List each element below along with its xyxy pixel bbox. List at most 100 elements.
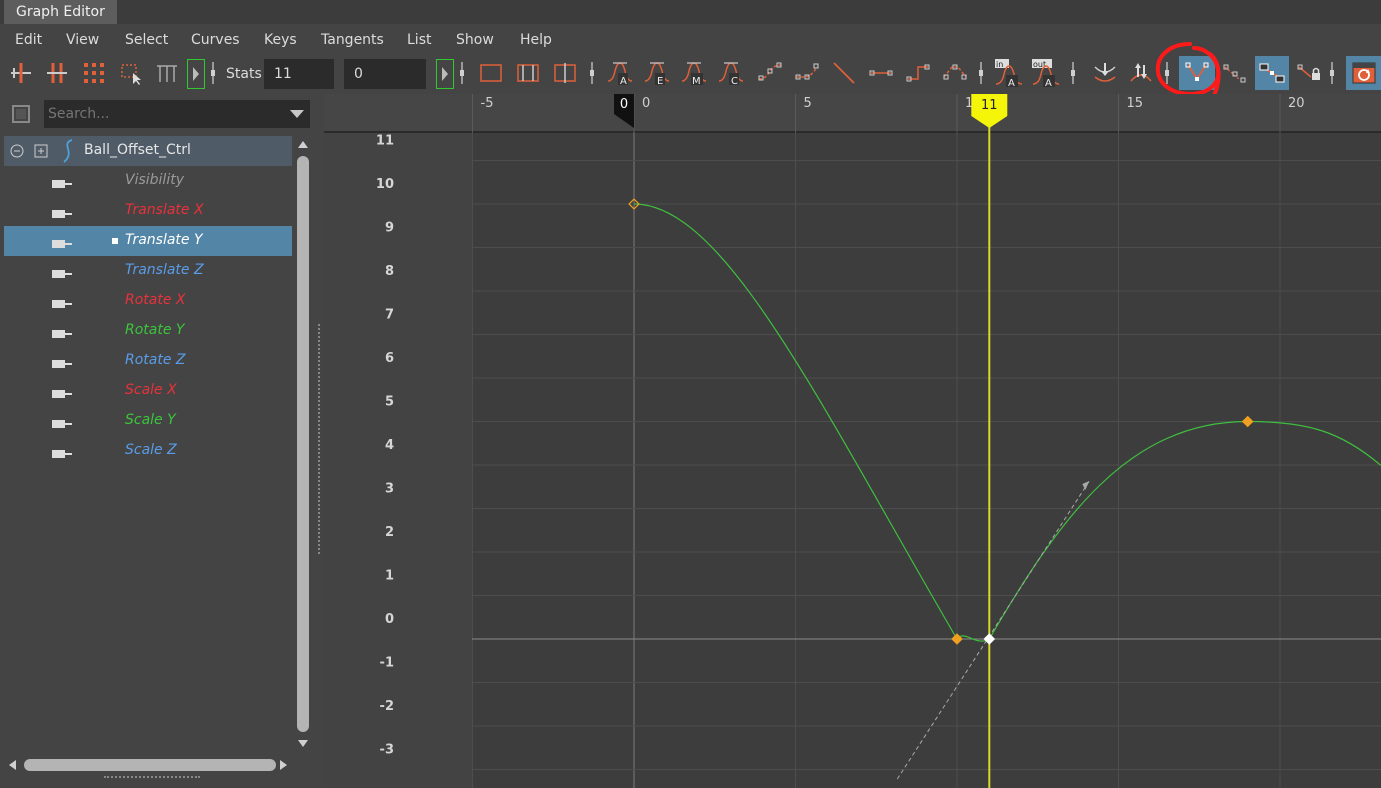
scroll-up-icon[interactable] [296, 138, 310, 150]
filter-icon[interactable] [10, 103, 32, 125]
linear-tangent-icon[interactable] [755, 58, 785, 88]
default-in-tangent-icon[interactable]: in A [994, 58, 1024, 88]
attribute-label: Scale Y [125, 412, 176, 428]
search-input[interactable] [44, 100, 280, 128]
channel-key-icon[interactable] [51, 415, 73, 434]
channel-key-icon[interactable] [51, 295, 73, 314]
search-box [44, 100, 310, 128]
attribute-row[interactable]: Translate X [4, 196, 292, 226]
frame-all-icon[interactable] [476, 58, 506, 88]
toolbar-separator[interactable] [1071, 62, 1075, 84]
attribute-row[interactable]: Rotate Y [4, 316, 292, 346]
center-current-icon[interactable] [550, 58, 580, 88]
flat-curve-tangent-icon[interactable] [792, 58, 822, 88]
spline-tangent-icon[interactable]: E [642, 58, 672, 88]
toolbar-separator[interactable] [590, 62, 594, 84]
frame-toggle-icon[interactable] [187, 59, 205, 89]
value-field[interactable] [344, 59, 426, 89]
retime-icon[interactable] [152, 58, 182, 88]
toolbar-separator[interactable] [211, 62, 215, 84]
lattice-deform-icon[interactable] [79, 58, 109, 88]
selected-marker [112, 238, 118, 244]
default-out-tangent-icon[interactable]: out A [1031, 58, 1061, 88]
channel-key-icon[interactable] [51, 235, 73, 254]
clamped-tangent-icon[interactable]: M [679, 58, 709, 88]
attribute-row[interactable]: Translate Y [4, 226, 292, 256]
menu-curves[interactable]: Curves [191, 30, 240, 50]
menu-edit[interactable]: Edit [15, 30, 42, 50]
frame-field[interactable] [264, 59, 334, 89]
move-key-icon[interactable] [6, 58, 36, 88]
frame-playback-icon[interactable] [513, 58, 543, 88]
node-row[interactable]: Ball_Offset_Ctrl [4, 136, 292, 166]
free-tangent-weight-icon[interactable] [1255, 56, 1289, 90]
lock-tangent-weight-icon[interactable] [1294, 58, 1324, 88]
channel-key-icon[interactable] [51, 445, 73, 464]
auto-tangent-icon[interactable]: A [605, 58, 635, 88]
region-select-icon[interactable] [116, 58, 146, 88]
resize-grip[interactable] [104, 776, 200, 778]
scroll-down-icon[interactable] [296, 738, 310, 750]
attribute-row[interactable]: Scale Z [4, 436, 292, 466]
frame-tick-label: 0 [642, 96, 650, 111]
attribute-row[interactable]: Scale Y [4, 406, 292, 436]
value-tick-label: -3 [380, 743, 394, 758]
menu-list[interactable]: List [407, 30, 431, 50]
value-tick-label: -2 [380, 699, 394, 714]
start-frame-label: 0 [620, 97, 628, 112]
vertical-scrollbar[interactable] [295, 138, 311, 752]
window-title[interactable]: Graph Editor [4, 0, 117, 24]
horizontal-scrollbar[interactable] [4, 756, 294, 772]
toolbar: Stats A E M C [0, 42, 1381, 102]
channel-key-icon[interactable] [51, 205, 73, 224]
svg-text:A: A [620, 76, 627, 87]
flat-tangent-icon[interactable] [866, 58, 896, 88]
stats-toggle-icon[interactable] [436, 59, 454, 89]
toolbar-separator[interactable] [979, 62, 983, 84]
toolbar-separator[interactable] [460, 62, 464, 84]
scroll-left-icon[interactable] [6, 758, 18, 772]
value-tick-label: 6 [385, 351, 394, 366]
attribute-row[interactable]: Translate Z [4, 256, 292, 286]
buffer-curve-snapshot-icon[interactable] [1090, 58, 1120, 88]
channel-key-icon[interactable] [51, 175, 73, 194]
value-tick-label: 7 [385, 308, 394, 323]
collapse-icon[interactable] [10, 143, 24, 162]
plateau-tangent-icon[interactable] [940, 58, 970, 88]
channel-key-icon[interactable] [51, 265, 73, 284]
attribute-row[interactable]: Visibility [4, 166, 292, 196]
attribute-row[interactable]: Rotate X [4, 286, 292, 316]
value-tick-label: 4 [385, 438, 394, 453]
panel-splitter[interactable] [316, 94, 324, 788]
attribute-label: Translate Z [125, 262, 204, 278]
chevron-down-icon[interactable] [290, 110, 304, 118]
menu-tangents[interactable]: Tangents [321, 30, 384, 50]
value-tick-label: 5 [385, 395, 394, 410]
menu-view[interactable]: View [66, 30, 99, 50]
menu-keys[interactable]: Keys [264, 30, 297, 50]
frame-tick-label: 5 [804, 96, 812, 111]
toolbar-separator[interactable] [1330, 62, 1334, 84]
insert-key-icon[interactable] [42, 58, 72, 88]
channel-key-icon[interactable] [51, 355, 73, 374]
menu-help[interactable]: Help [520, 30, 552, 50]
graph-background[interactable] [324, 94, 1381, 788]
curve-refresh-icon[interactable] [1346, 56, 1381, 90]
plateau-c-tangent-icon[interactable]: C [716, 58, 746, 88]
horizontal-scroll-thumb[interactable] [24, 759, 276, 771]
expand-icon[interactable] [34, 143, 48, 162]
current-frame-label: 11 [981, 98, 998, 113]
attribute-row[interactable]: Rotate Z [4, 346, 292, 376]
vertical-scroll-thumb[interactable] [297, 156, 309, 732]
step-tangent-icon[interactable] [903, 58, 933, 88]
channel-key-icon[interactable] [51, 325, 73, 344]
menu-show[interactable]: Show [456, 30, 494, 50]
attribute-label: Rotate Y [125, 322, 185, 338]
graph-view[interactable]: -50510152011109876543210-1-2-3011 [324, 94, 1381, 788]
straight-tangent-icon[interactable] [829, 58, 859, 88]
channel-key-icon[interactable] [51, 385, 73, 404]
attribute-row[interactable]: Scale X [4, 376, 292, 406]
menu-select[interactable]: Select [125, 30, 168, 50]
graph-canvas[interactable]: -50510152011109876543210-1-2-3011 [324, 94, 1381, 788]
scroll-right-icon[interactable] [278, 758, 290, 772]
